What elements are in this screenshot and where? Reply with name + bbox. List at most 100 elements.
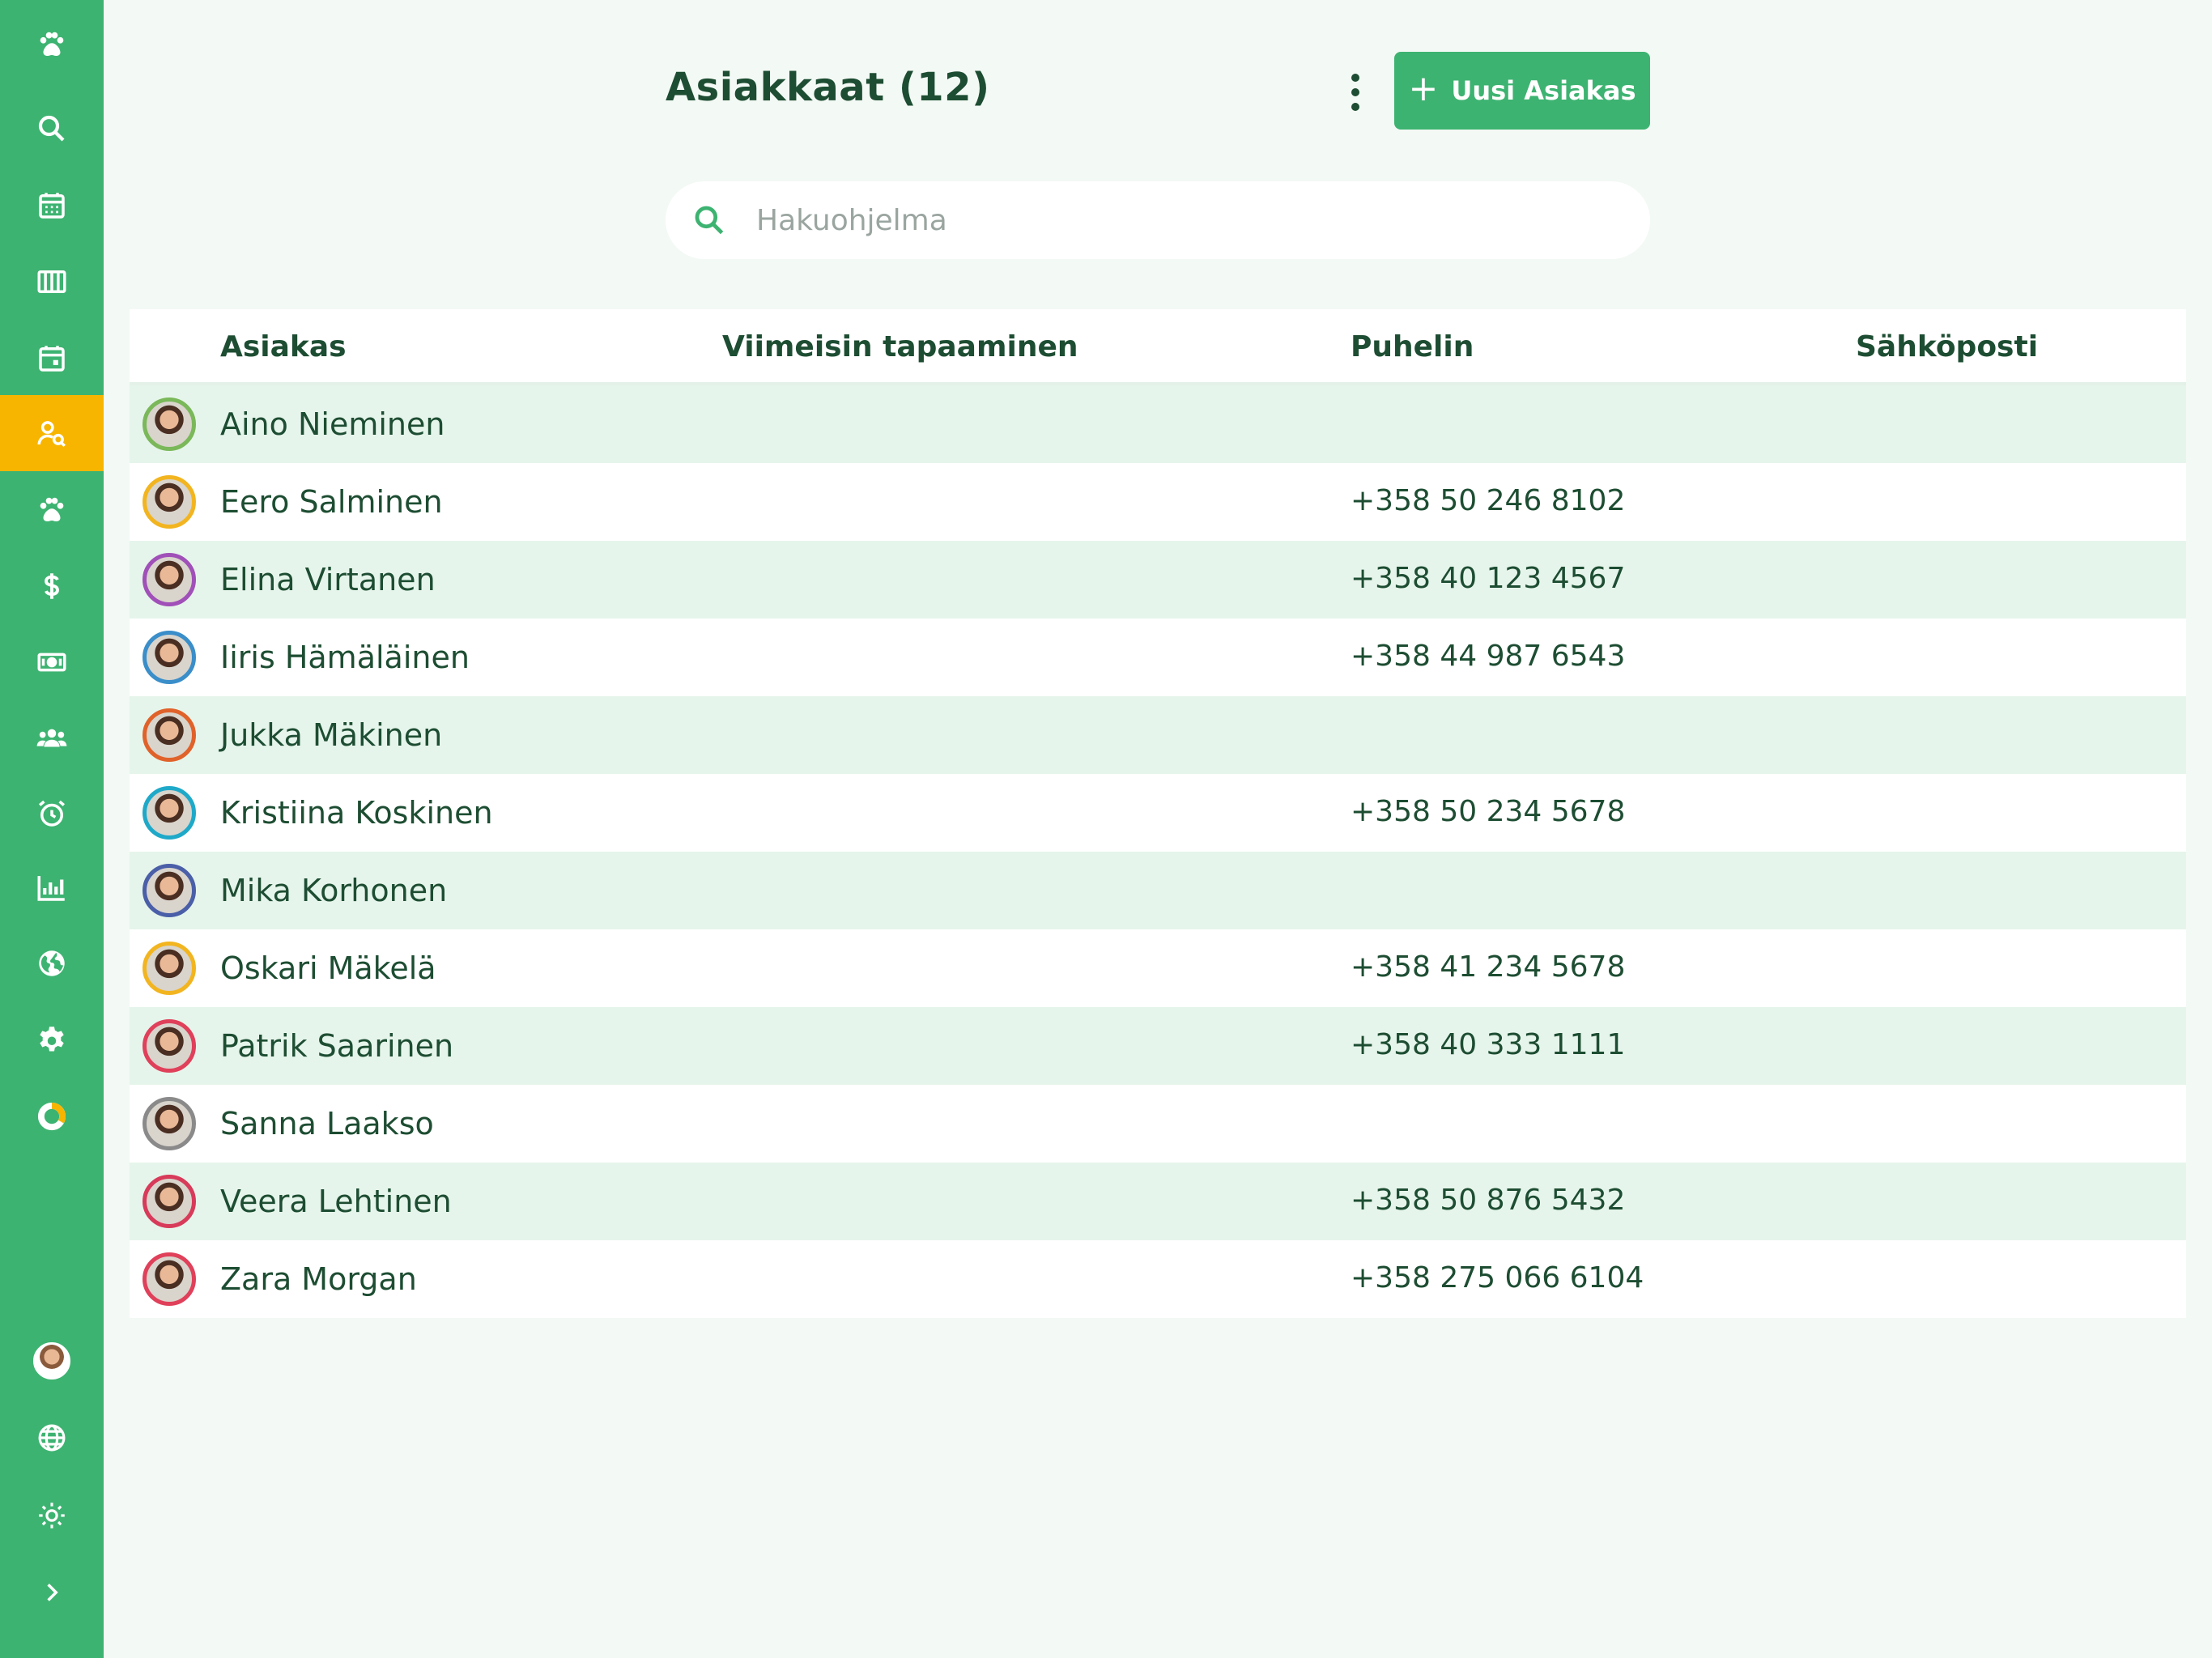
table-row[interactable]: Oskari Mäkelä +358 41 234 5678 — [130, 929, 2186, 1007]
customer-phone: +358 44 987 6543 — [1351, 640, 1626, 673]
columns-icon — [37, 270, 66, 293]
customer-name: Veera Lehtinen — [220, 1184, 452, 1219]
avatar — [143, 1097, 196, 1150]
customer-name: Mika Korhonen — [220, 873, 448, 908]
customer-name: Aino Nieminen — [220, 406, 445, 442]
column-header-last-meeting[interactable]: Viimeisin tapaaminen — [722, 330, 1078, 363]
table-header: Asiakas Viimeisin tapaaminen Puhelin Säh… — [130, 309, 2186, 385]
customer-search-icon — [37, 421, 66, 447]
sidebar-item-payments[interactable] — [0, 624, 104, 700]
sidebar-item-pets[interactable] — [0, 472, 104, 548]
sidebar-item-progress[interactable] — [0, 1078, 104, 1154]
customer-phone: +358 50 876 5432 — [1351, 1184, 1626, 1217]
avatar — [143, 631, 196, 684]
sidebar — [0, 0, 104, 1658]
language-globe-icon — [38, 1424, 66, 1452]
avatar — [143, 475, 196, 529]
paw-icon — [40, 497, 64, 521]
search-input[interactable] — [756, 196, 1614, 244]
sidebar-item-reports[interactable] — [0, 850, 104, 926]
table-row[interactable]: Kristiina Koskinen +358 50 234 5678 — [130, 774, 2186, 852]
customer-name: Iiris Hämäläinen — [220, 640, 470, 675]
sidebar-item-home[interactable] — [0, 6, 104, 83]
sidebar-expand-button[interactable] — [0, 1554, 104, 1630]
avatar — [143, 553, 196, 606]
avatar — [143, 864, 196, 917]
avatar — [143, 708, 196, 762]
customer-phone: +358 50 234 5678 — [1351, 795, 1626, 828]
avatar — [143, 1175, 196, 1228]
customer-name: Zara Morgan — [220, 1261, 417, 1297]
avatar — [143, 1019, 196, 1073]
customer-name: Jukka Mäkinen — [220, 717, 443, 753]
avatar — [143, 786, 196, 840]
avatar — [143, 397, 196, 451]
chevron-right-icon — [47, 1584, 58, 1601]
table-row[interactable]: Veera Lehtinen +358 50 876 5432 — [130, 1163, 2186, 1240]
customer-table: Asiakas Viimeisin tapaaminen Puhelin Säh… — [130, 309, 2186, 1318]
customer-phone: +358 41 234 5678 — [1351, 950, 1626, 984]
sidebar-item-calendar[interactable] — [0, 168, 104, 244]
table-row[interactable]: Mika Korhonen — [130, 852, 2186, 929]
sidebar-item-appointments[interactable] — [0, 321, 104, 397]
globe-icon — [39, 950, 65, 976]
customer-name: Patrik Saarinen — [220, 1028, 454, 1064]
progress-ring-icon — [37, 1102, 66, 1131]
column-header-email[interactable]: Sähköposti — [1856, 330, 2038, 363]
customer-phone: +358 50 246 8102 — [1351, 484, 1626, 517]
sidebar-item-customers[interactable] — [0, 395, 104, 471]
table-row[interactable]: Sanna Laakso — [130, 1085, 2186, 1163]
plus-icon: + — [1408, 68, 1439, 109]
column-header-phone[interactable]: Puhelin — [1351, 330, 1474, 363]
new-customer-button-label: Uusi Asiakas — [1451, 75, 1636, 106]
sidebar-item-settings[interactable] — [0, 1001, 104, 1078]
avatar — [143, 942, 196, 995]
customer-name: Elina Virtanen — [220, 562, 436, 597]
more-options-button[interactable] — [1336, 68, 1375, 117]
search-bar — [666, 181, 1650, 259]
search-icon — [38, 115, 65, 142]
kebab-dot — [1351, 74, 1359, 82]
sun-icon — [39, 1503, 65, 1528]
sidebar-item-language[interactable] — [0, 1400, 104, 1476]
kebab-dot — [1351, 103, 1359, 111]
users-icon — [36, 729, 67, 747]
page-title: Asiakkaat (12) — [666, 65, 990, 110]
table-body: Aino Nieminen Eero Salminen +358 50 246 81… — [130, 385, 2186, 1318]
sidebar-item-reminders[interactable] — [0, 776, 104, 852]
paw-icon — [40, 32, 64, 56]
sidebar-item-online[interactable] — [0, 925, 104, 1001]
table-row[interactable]: Eero Salminen +358 50 246 8102 — [130, 463, 2186, 541]
customer-phone: +358 40 123 4567 — [1351, 562, 1626, 595]
table-row[interactable]: Elina Virtanen +358 40 123 4567 — [130, 541, 2186, 619]
kebab-dot — [1351, 88, 1359, 96]
bar-chart-icon — [37, 876, 65, 901]
sidebar-item-staff[interactable] — [0, 700, 104, 776]
customer-phone: +358 40 333 1111 — [1351, 1028, 1626, 1061]
gear-icon — [40, 1027, 64, 1052]
calendar-icon — [39, 193, 65, 219]
table-row[interactable]: Aino Nieminen — [130, 385, 2186, 463]
table-row[interactable]: Zara Morgan +358 275 066 6104 — [130, 1240, 2186, 1318]
customer-name: Oskari Mäkelä — [220, 950, 436, 986]
sidebar-item-theme[interactable] — [0, 1477, 104, 1554]
customer-name: Sanna Laakso — [220, 1106, 434, 1141]
sidebar-item-board[interactable] — [0, 244, 104, 320]
calendar-day-icon — [39, 346, 65, 372]
sidebar-item-search[interactable] — [0, 91, 104, 167]
customer-phone: +358 275 066 6104 — [1351, 1261, 1644, 1295]
table-row[interactable]: Iiris Hämäläinen +358 44 987 6543 — [130, 619, 2186, 696]
customer-name: Eero Salminen — [220, 484, 443, 520]
sidebar-item-pricing[interactable] — [0, 548, 104, 624]
sidebar-item-profile[interactable] — [0, 1323, 104, 1399]
new-customer-button[interactable]: + Uusi Asiakas — [1394, 52, 1650, 130]
table-row[interactable]: Jukka Mäkinen — [130, 696, 2186, 774]
dollar-icon — [45, 573, 59, 599]
money-icon — [37, 653, 66, 672]
column-header-customer[interactable]: Asiakas — [220, 330, 347, 363]
table-row[interactable]: Patrik Saarinen +358 40 333 1111 — [130, 1007, 2186, 1085]
search-icon — [695, 206, 724, 235]
alarm-clock-icon — [39, 800, 65, 827]
avatar — [143, 1252, 196, 1306]
customer-name: Kristiina Koskinen — [220, 795, 493, 831]
